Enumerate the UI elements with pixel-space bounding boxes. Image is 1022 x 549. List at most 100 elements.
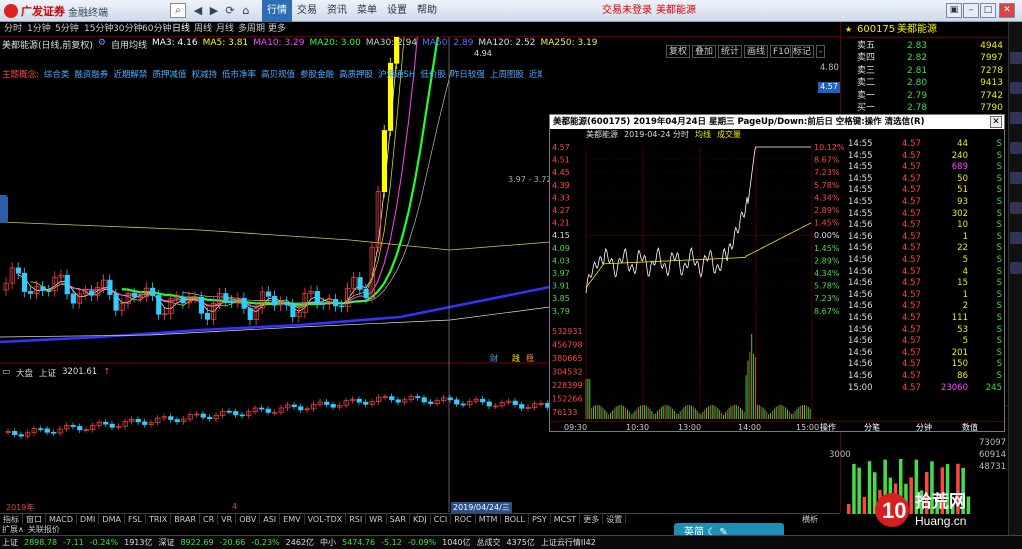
concept-tag[interactable]: 融资融券 [74, 68, 108, 80]
indicator-tab[interactable]: ROC [451, 514, 476, 524]
indicator-tab[interactable]: VR [218, 514, 237, 524]
popup-tab[interactable]: 数值 [962, 422, 978, 433]
indicator-tab[interactable]: TRIX [146, 514, 172, 524]
tool-collapse[interactable]: - [816, 45, 826, 58]
tool-mark[interactable]: 标记 [790, 45, 815, 58]
sidebar-tool-icon[interactable] [1010, 232, 1022, 244]
tool-restore-rights[interactable]: 复权 [666, 45, 691, 58]
custom-ma-label[interactable]: 自用均线 [111, 38, 147, 51]
indicator-tab[interactable]: ASI [260, 514, 281, 524]
indicator-tab[interactable]: 更多 [580, 514, 604, 524]
intraday-chart[interactable]: 4.57 10.12% 4.51 8.67% 4.45 7.23% 4.39 5.78% 4.3… [550, 141, 846, 421]
period-60min[interactable]: 60分钟 [142, 22, 171, 37]
sidebar-tool-icon[interactable] [1010, 52, 1022, 64]
tab-expand[interactable]: 扩展∧ [2, 524, 24, 535]
sidebar-tool-icon[interactable] [1010, 142, 1022, 154]
indicator-tab[interactable]: DMA [99, 514, 125, 524]
close-icon[interactable]: ✕ [999, 3, 1015, 18]
indicator-tab[interactable]: KDJ [410, 514, 431, 524]
concept-tag[interactable]: 近期解禁 [113, 68, 147, 80]
sidebar-tool-icon[interactable] [1010, 172, 1022, 184]
concept-tag[interactable]: 昨日较强 [451, 68, 485, 80]
menu-quotes[interactable]: 行情 [262, 0, 292, 22]
refresh-icon[interactable]: ⟳ [222, 3, 238, 18]
indicator-tab[interactable]: CCI [431, 514, 452, 524]
indicator-tab[interactable]: VOL-TDX [305, 514, 347, 524]
indicator-tab[interactable]: OBV [236, 514, 261, 524]
view-label[interactable]: 横析 [802, 514, 818, 525]
tool-stats[interactable]: 统计 [718, 45, 743, 58]
sidebar-tool-icon[interactable] [1010, 262, 1022, 274]
menu-settings[interactable]: 设置 [382, 0, 412, 22]
period-1min[interactable]: 1分钟 [27, 22, 51, 37]
concept-tag[interactable]: 近期异动 [529, 68, 542, 80]
period-tick[interactable]: 分时 [4, 22, 22, 37]
footer-index-name[interactable]: 深证 [158, 536, 174, 549]
search-icon[interactable]: ⌕ [170, 3, 186, 18]
period-weekly[interactable]: 周线 [194, 22, 212, 37]
indicator-tab[interactable]: BOLL [501, 514, 529, 524]
period-more[interactable]: 更多 [268, 22, 286, 37]
concept-tag[interactable]: 综合类 [44, 68, 70, 80]
indicator-tab[interactable]: SAR [387, 514, 410, 524]
period-5min[interactable]: 5分钟 [55, 22, 79, 37]
period-15min[interactable]: 15分钟 [84, 22, 113, 37]
back-icon[interactable]: ◀ [190, 3, 206, 18]
concept-tag[interactable]: 参股金融 [300, 68, 334, 80]
left-panel-toggle[interactable] [0, 195, 8, 223]
tool-draw[interactable]: 画线 [744, 45, 769, 58]
right-sidebar[interactable] [1008, 22, 1022, 535]
indicator-tab[interactable]: DMI [77, 514, 100, 524]
footer-index-name[interactable]: 上证 [2, 536, 18, 549]
tab-related-quotes[interactable]: 关联报价 [28, 524, 60, 535]
concept-tag[interactable]: 低市净率 [222, 68, 256, 80]
menu-help[interactable]: 帮助 [412, 0, 442, 22]
period-30min[interactable]: 30分钟 [113, 22, 142, 37]
home-icon[interactable]: ⌂ [238, 3, 254, 18]
indicator-tab[interactable]: MACD [46, 514, 77, 524]
login-status[interactable]: 交易未登录 [602, 0, 652, 22]
indicator-tab[interactable]: MCST [551, 514, 581, 524]
intraday-popup[interactable]: 美都能源(600175) 2019年04月24日 星期三 PageUp/Down… [549, 114, 1005, 432]
tool-overlay[interactable]: 叠加 [692, 45, 717, 58]
ma-settings-icon[interactable]: ⚙ [98, 38, 106, 51]
footer-index-name[interactable]: 中小 [320, 536, 336, 549]
indicator-tab[interactable]: CR [200, 514, 219, 524]
popup-tab[interactable]: 分钟 [916, 422, 932, 433]
concept-tag[interactable]: 上周图股 [490, 68, 524, 80]
indicator-tab[interactable]: RSI [346, 514, 367, 524]
forward-icon[interactable]: ▶ [206, 3, 222, 18]
indicator-tab[interactable]: 设置 [603, 514, 627, 524]
sidebar-tool-icon[interactable] [1010, 82, 1022, 94]
maximize-icon[interactable]: □ [980, 3, 996, 18]
indicator-tab[interactable]: FSL [125, 514, 146, 524]
menu-trade[interactable]: 交易 [292, 0, 322, 22]
indicator-tab[interactable]: WR [366, 514, 387, 524]
concept-tag[interactable]: 高贝规值 [261, 68, 295, 80]
close-icon[interactable]: ✕ [990, 116, 1002, 128]
menu-menu[interactable]: 菜单 [352, 0, 382, 22]
minimize-icon[interactable]: – [963, 3, 979, 18]
concept-tag[interactable]: 质押减值 [152, 68, 186, 80]
indicator-tab[interactable]: 窗口 [23, 514, 46, 524]
indicator-tab[interactable]: MTM [476, 514, 502, 524]
skin-icon[interactable]: ▣ [946, 3, 962, 18]
indicator-tab[interactable]: BRAR [171, 514, 201, 524]
quote-pin-icon[interactable]: ★ [845, 22, 852, 38]
candlestick-chart[interactable] [0, 37, 550, 362]
concept-tag[interactable]: 低价股 [420, 68, 446, 80]
popup-title[interactable]: 美都能源(600175) 2019年04月24日 星期三 PageUp/Down… [550, 115, 1004, 129]
sidebar-tool-icon[interactable] [1010, 112, 1022, 124]
concept-tag[interactable]: 高质押股 [339, 68, 373, 80]
menu-news[interactable]: 资讯 [322, 0, 352, 22]
period-multi[interactable]: 多周期 [238, 22, 265, 37]
period-daily[interactable]: 日线 [172, 22, 190, 37]
sidebar-tool-icon[interactable] [1010, 202, 1022, 214]
concept-tag[interactable]: 权减持 [191, 68, 217, 80]
indicator-tab[interactable]: EMV [280, 514, 305, 524]
concept-tag[interactable]: 沪港通SH [378, 68, 415, 80]
index-toggle-icon[interactable]: ▭ [2, 367, 10, 379]
indicator-tab[interactable]: PSY [529, 514, 551, 524]
indicator-tab[interactable]: 指标 [0, 514, 23, 524]
popup-operate-button[interactable]: 操作 [820, 422, 836, 433]
